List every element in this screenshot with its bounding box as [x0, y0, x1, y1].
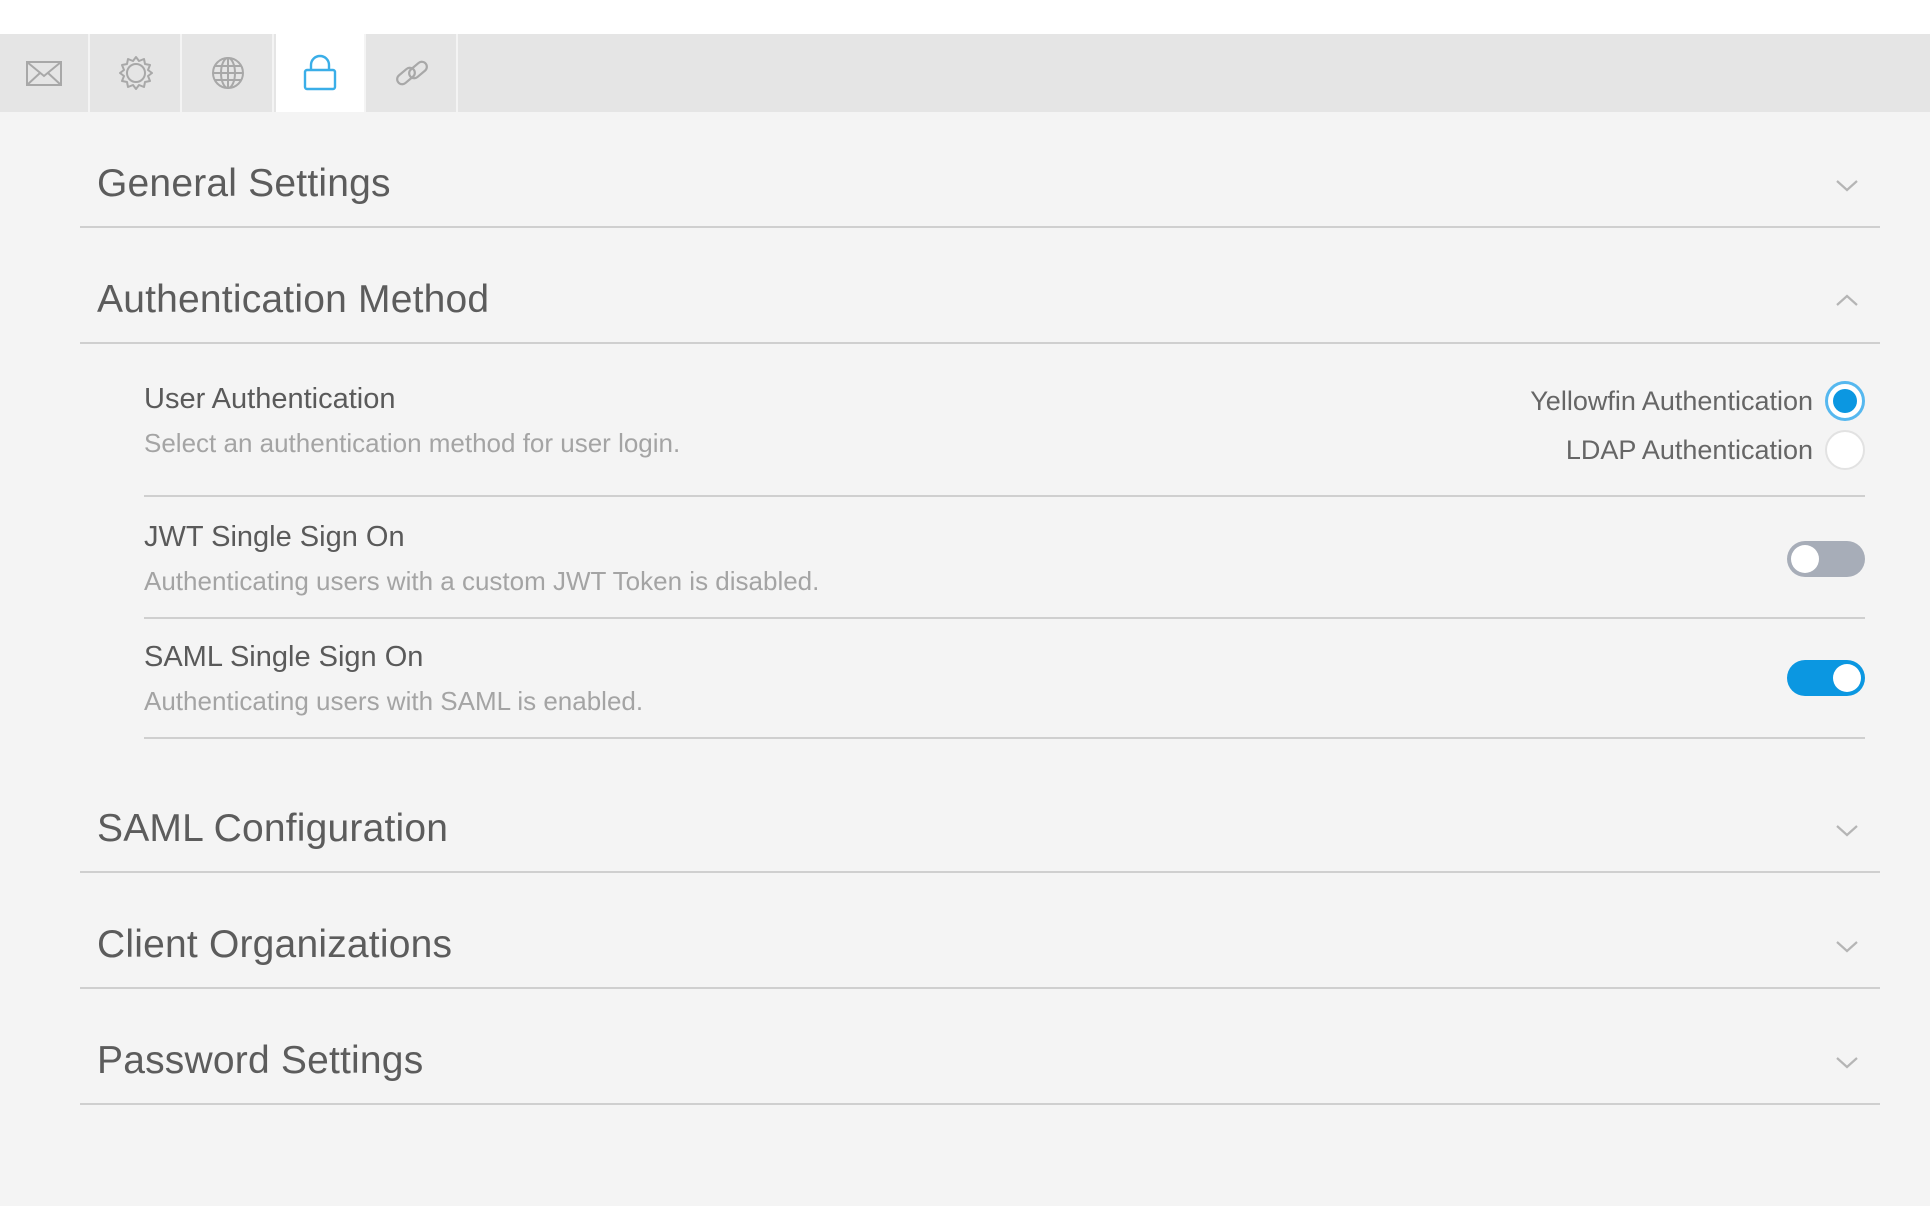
radio-button-checked[interactable]: [1825, 381, 1865, 421]
setting-label: User Authentication: [144, 383, 396, 415]
link-icon: [396, 60, 428, 86]
chevron-down-icon: [1836, 825, 1858, 837]
setting-saml-sso: SAML Single Sign On Authenticating users…: [144, 619, 1865, 739]
tab-globe[interactable]: [184, 34, 274, 112]
setting-label: SAML Single Sign On: [144, 641, 424, 673]
section-title: Password Settings: [97, 1039, 424, 1082]
chevron-up-icon: [1836, 294, 1858, 306]
tab-settings[interactable]: [92, 34, 182, 112]
radio-button[interactable]: [1825, 430, 1865, 470]
lock-icon: [303, 54, 337, 91]
gear-icon: [119, 56, 153, 90]
setting-label: JWT Single Sign On: [144, 521, 405, 553]
section-title: SAML Configuration: [97, 807, 449, 850]
tab-links[interactable]: [368, 34, 458, 112]
toggle-knob: [1791, 545, 1819, 573]
section-client-organizations[interactable]: Client Organizations: [80, 873, 1880, 989]
section-password-settings[interactable]: Password Settings: [80, 989, 1880, 1105]
saml-sso-toggle[interactable]: [1787, 660, 1865, 696]
setting-description: Select an authentication method for user…: [144, 428, 681, 458]
mail-icon: [26, 61, 62, 86]
section-title: Client Organizations: [97, 923, 453, 966]
section-title: Authentication Method: [97, 278, 490, 321]
section-title: General Settings: [97, 162, 391, 205]
chevron-down-icon: [1836, 1057, 1858, 1069]
radio-option-ldap[interactable]: LDAP Authentication: [1566, 430, 1865, 470]
chevron-down-icon: [1836, 941, 1858, 953]
globe-icon: [212, 57, 244, 89]
radio-label: Yellowfin Authentication: [1530, 385, 1813, 416]
section-general-settings[interactable]: General Settings: [80, 112, 1880, 228]
radio-label: LDAP Authentication: [1565, 434, 1813, 465]
section-saml-configuration[interactable]: SAML Configuration: [80, 757, 1880, 873]
setting-jwt-sso: JWT Single Sign On Authenticating users …: [144, 499, 1865, 619]
section-authentication-method[interactable]: Authentication Method: [80, 228, 1880, 344]
top-strip: [0, 0, 1930, 34]
setting-description: Authenticating users with a custom JWT T…: [144, 566, 820, 596]
tab-security[interactable]: [276, 34, 366, 112]
toggle-knob: [1833, 664, 1861, 692]
setting-description: Authenticating users with SAML is enable…: [144, 686, 644, 716]
tab-bar: [0, 34, 1930, 112]
radio-option-yellowfin[interactable]: Yellowfin Authentication: [1530, 381, 1865, 421]
jwt-sso-toggle[interactable]: [1787, 541, 1865, 577]
chevron-down-icon: [1836, 180, 1858, 192]
tab-email[interactable]: [0, 34, 90, 112]
